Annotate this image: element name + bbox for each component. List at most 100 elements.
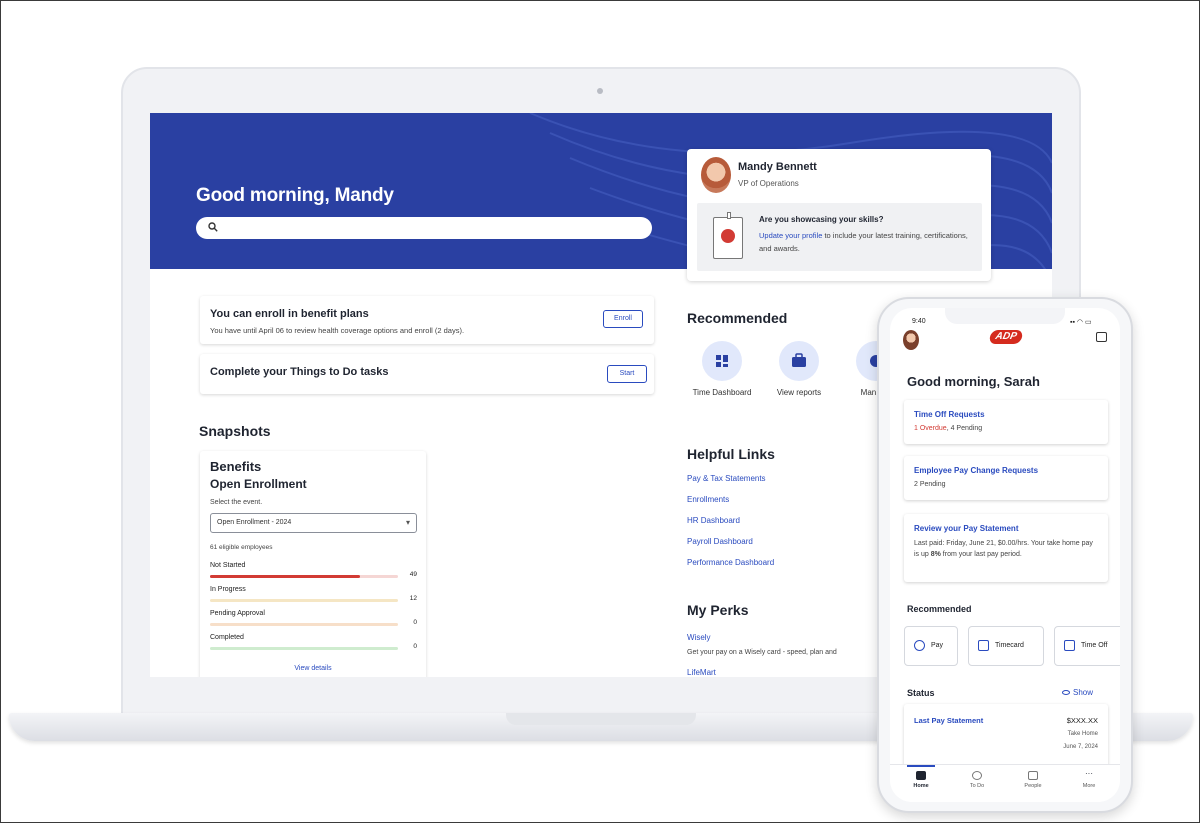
chip-label: Pay — [931, 642, 944, 649]
phone-time: 9:40 — [912, 318, 926, 325]
status-progress-track — [210, 599, 398, 602]
link-performance-dashboard[interactable]: Performance Dashboard — [687, 558, 774, 567]
briefcase-icon — [779, 341, 819, 381]
card-subtitle: 1 Overdue, 4 Pending — [914, 425, 982, 432]
phone-screen: 9:40 ▪▪ ◠ ▭ ADP Good morning, Sarah Time… — [890, 308, 1120, 802]
status-progress-fill — [210, 575, 361, 578]
enroll-button[interactable]: Enroll — [603, 310, 643, 328]
overdue-count: 1 Overdue — [914, 425, 947, 432]
benefits-subtitle: Open Enrollment — [210, 477, 307, 491]
rec-view-reports[interactable]: View reports — [764, 341, 834, 399]
status-count: 49 — [409, 571, 417, 578]
chat-icon[interactable] — [1096, 332, 1107, 342]
dollar-icon — [914, 640, 925, 651]
tab-people[interactable]: People — [1010, 771, 1056, 789]
promo-title: Are you showcasing your skills? — [759, 215, 884, 224]
last-pay-date: June 7, 2024 — [1063, 744, 1098, 750]
page-greeting: Good morning, Mandy — [196, 185, 394, 206]
last-pay-title: Last Pay Statement — [914, 716, 984, 725]
start-button[interactable]: Start — [607, 365, 647, 383]
event-select[interactable]: Open Enrollment - 2024 ▾ — [210, 513, 417, 533]
chip-label: Timecard — [995, 642, 1024, 649]
tab-label: More — [1082, 783, 1096, 789]
brand-logo: ADP — [988, 330, 1024, 344]
my-perks-heading: My Perks — [687, 602, 749, 618]
tab-to-do[interactable]: To Do — [954, 771, 1000, 789]
tab-more[interactable]: ··· More — [1066, 769, 1112, 790]
tab-label: Home — [913, 783, 929, 789]
timecard-icon — [978, 640, 989, 651]
task-card-things-to-do: Complete your Things to Do tasks Start — [200, 354, 654, 394]
eye-icon — [1062, 690, 1070, 696]
active-tab-indicator — [907, 765, 935, 767]
tab-home[interactable]: Home — [898, 771, 944, 789]
phone-greeting: Good morning, Sarah — [907, 374, 1040, 389]
chevron-down-icon: ▾ — [405, 518, 410, 527]
benefits-title: Benefits — [210, 459, 262, 474]
pending-count: , 4 Pending — [946, 425, 983, 432]
badge-clip — [727, 212, 731, 219]
tab-label: To Do — [969, 783, 985, 789]
pay-change-requests-card[interactable]: Employee Pay Change Requests 2 Pending — [904, 456, 1108, 500]
task-card-enroll: You can enroll in benefit plans You have… — [200, 296, 654, 344]
phone-recommended-heading: Recommended — [907, 604, 972, 614]
show-button[interactable]: Show — [1062, 688, 1093, 697]
chip-label: Time Off — [1081, 642, 1108, 649]
profile-card: Mandy Bennett VP of Operations Are you s… — [687, 149, 991, 281]
calendar-icon — [1064, 640, 1075, 651]
status-label: Not Started — [210, 562, 246, 569]
link-enrollments[interactable]: Enrollments — [687, 495, 729, 504]
card-body-percent: 8% — [930, 551, 941, 558]
status-progress-track — [210, 623, 398, 626]
perk-lifemart-link[interactable]: LifeMart — [687, 668, 716, 677]
card-title: Time Off Requests — [914, 410, 985, 419]
home-icon — [916, 771, 926, 780]
pay-statement-card[interactable]: Review your Pay Statement Last paid: Fri… — [904, 514, 1108, 582]
status-label: Pending Approval — [210, 610, 265, 617]
link-pay-tax-statements[interactable]: Pay & Tax Statements — [687, 474, 766, 483]
signal-wifi-battery-icon: ▪▪ ◠ ▭ — [1070, 319, 1092, 326]
perk-wisely-link[interactable]: Wisely — [687, 633, 711, 642]
tab-label: People — [1024, 783, 1042, 789]
view-details-link[interactable]: View details — [200, 665, 426, 672]
chip-timecard[interactable]: Timecard — [968, 626, 1044, 666]
card-body-text-end: from your last pay period. — [940, 551, 1022, 558]
rec-time-dashboard[interactable]: Time Dashboard — [687, 341, 757, 399]
status-row: Not Started 49 — [210, 562, 417, 584]
show-label: Show — [1073, 688, 1094, 697]
update-profile-link[interactable]: Update your profile — [759, 231, 822, 240]
profile-name: Mandy Bennett — [738, 161, 817, 173]
avatar[interactable] — [701, 157, 731, 193]
task-title: Complete your Things to Do tasks — [210, 366, 389, 378]
status-progress-track — [210, 575, 398, 578]
search-input[interactable] — [196, 217, 652, 239]
status-label: Completed — [210, 634, 244, 641]
badge-avatar-dot — [721, 229, 735, 243]
status-label: In Progress — [210, 586, 246, 593]
rec-label: Time Dashboard — [692, 388, 752, 397]
event-select-value: Open Enrollment - 2024 — [217, 519, 292, 526]
card-body: Last paid: Friday, June 21, $0.00/hrs. Y… — [914, 538, 1096, 560]
chip-time-off[interactable]: Time Off — [1054, 626, 1120, 666]
last-pay-note: Take Home — [1067, 731, 1098, 737]
time-off-requests-card[interactable]: Time Off Requests 1 Overdue, 4 Pending — [904, 400, 1108, 444]
helpful-links-heading: Helpful Links — [687, 446, 775, 462]
event-select-label: Select the event. — [210, 499, 263, 506]
task-title: You can enroll in benefit plans — [210, 308, 369, 320]
eligible-count: 61 eligible employees — [210, 544, 273, 551]
benefits-snapshot-card: Benefits Open Enrollment Select the even… — [200, 451, 426, 677]
marketing-image-frame: Good morning, Mandy Mandy Bennett VP of … — [0, 0, 1200, 823]
people-icon — [1028, 771, 1038, 780]
dashboard-icon — [702, 341, 742, 381]
last-pay-statement-card[interactable]: Last Pay Statement $XXX.XX Take Home Jun… — [904, 704, 1108, 768]
link-payroll-dashboard[interactable]: Payroll Dashboard — [687, 537, 753, 546]
phone-status-heading: Status — [907, 688, 935, 698]
card-title: Employee Pay Change Requests — [914, 466, 1039, 475]
card-title: Review your Pay Statement — [914, 524, 1019, 533]
link-hr-dashboard[interactable]: HR Dashboard — [687, 516, 740, 525]
bottom-tab-bar: Home To Do People ··· More — [890, 764, 1120, 802]
more-icon: ··· — [1085, 769, 1093, 778]
avatar[interactable] — [903, 330, 919, 350]
recommended-heading: Recommended — [687, 310, 788, 326]
chip-pay[interactable]: Pay — [904, 626, 958, 666]
